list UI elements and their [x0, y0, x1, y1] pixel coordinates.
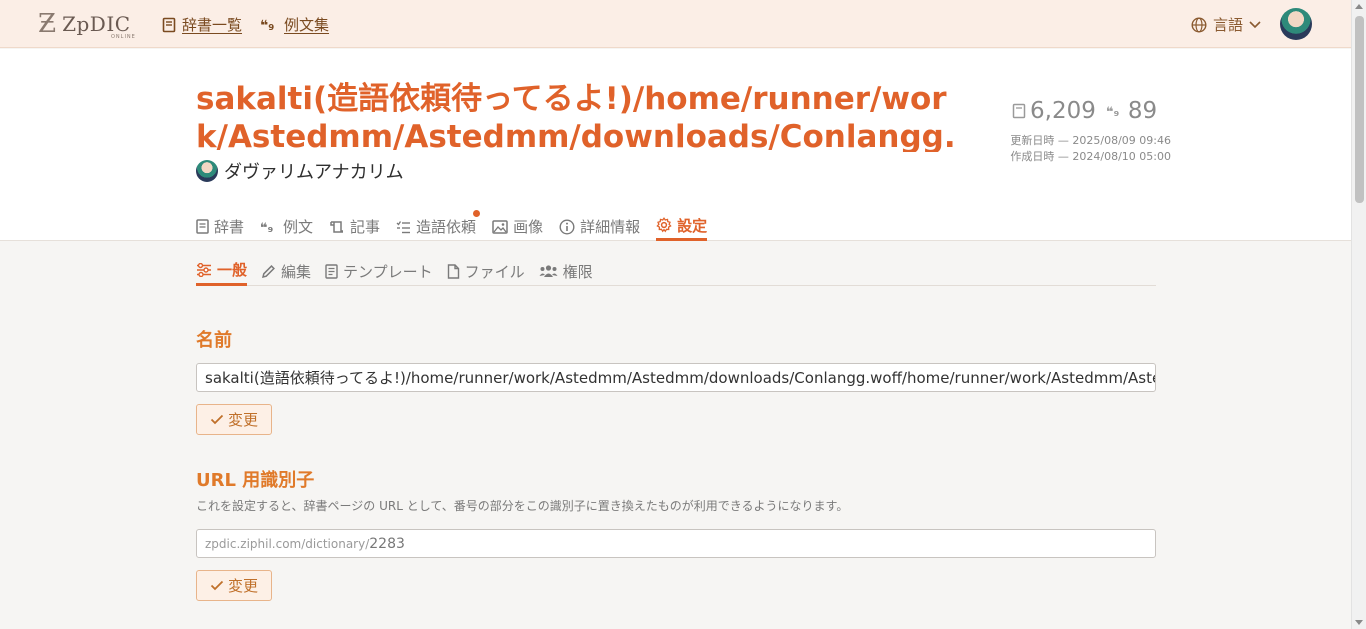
globe-icon	[1191, 16, 1207, 33]
tab-articles-label: 記事	[350, 218, 381, 236]
gear-icon	[656, 217, 672, 233]
scroll-icon	[330, 220, 344, 233]
chevron-down-icon	[1249, 20, 1261, 28]
quote-icon: ❝₉	[1106, 105, 1120, 118]
language-label: 言語	[1213, 16, 1244, 34]
scroll-up-icon[interactable]	[1355, 4, 1363, 9]
tab-requests[interactable]: 造語依頼	[396, 210, 481, 241]
scroll-down-icon[interactable]	[1355, 620, 1363, 625]
example-count: ❝₉ 89	[1106, 98, 1157, 124]
user-avatar[interactable]	[1280, 8, 1312, 40]
pencil-icon	[261, 264, 275, 278]
url-prefix: zpdic.ziphil.com/dictionary/	[205, 536, 370, 551]
word-count-value: 6,209	[1030, 98, 1096, 124]
name-section-title: 名前	[196, 330, 232, 351]
logo-text: ZpDIC	[62, 12, 131, 36]
settings-subtabs: 一般 編集 テンプレート ファイル 権限	[196, 256, 1156, 286]
tab-dictionary-label: 辞書	[214, 218, 245, 236]
subtab-permissions-label: 権限	[562, 262, 593, 281]
tab-articles[interactable]: 記事	[329, 212, 380, 241]
created-date: 作成日時 — 2024/08/10 05:00	[1010, 150, 1171, 163]
notification-dot	[473, 210, 481, 217]
dictionary-owner[interactable]: ダヴァリムアナカリム	[196, 158, 404, 184]
sliders-icon	[197, 262, 211, 277]
nav-dictionary-list-label: 辞書一覧	[182, 16, 243, 34]
tab-details-label: 詳細情報	[580, 218, 641, 236]
svg-text:❝₉: ❝₉	[260, 18, 274, 32]
nav-examples-label: 例文集	[284, 16, 330, 34]
subtab-general-label: 一般	[217, 261, 248, 279]
url-change-button[interactable]: 変更	[196, 570, 272, 601]
subtab-general[interactable]: 一般	[196, 256, 248, 286]
word-count: 6,209	[1012, 98, 1096, 124]
tab-examples-label: 例文	[283, 218, 314, 236]
logo-subtext: ONLINE	[111, 34, 136, 40]
info-icon	[559, 218, 575, 235]
document-icon	[325, 263, 338, 279]
url-section-title: URL 用識別子	[196, 470, 315, 491]
nav-dictionary-list[interactable]: 辞書一覧	[162, 14, 242, 35]
subtab-edit-label: 編集	[281, 262, 312, 281]
tab-dictionary[interactable]: 辞書	[196, 212, 244, 241]
logo-mark-icon: Ƶ	[38, 9, 57, 39]
quote-icon: ❝₉	[260, 221, 274, 234]
page-scrollbar[interactable]	[1351, 0, 1366, 629]
svg-text:❝₉: ❝₉	[1106, 105, 1120, 118]
svg-text:❝₉: ❝₉	[260, 221, 274, 234]
check-icon	[210, 414, 224, 425]
tab-settings-label: 設定	[677, 216, 708, 235]
tab-examples[interactable]: ❝₉ 例文	[260, 212, 313, 241]
tab-requests-label: 造語依頼	[416, 218, 477, 236]
logo[interactable]: Ƶ ZpDIC ONLINE	[38, 9, 135, 40]
checklist-icon	[396, 220, 411, 233]
image-icon	[492, 219, 508, 234]
url-change-label: 変更	[227, 577, 258, 595]
top-bar: Ƶ ZpDIC ONLINE 辞書一覧 ❝₉ 例文集 言語	[0, 0, 1351, 48]
url-identifier-value: 2283	[369, 535, 405, 552]
owner-name: ダヴァリムアナカリム	[224, 162, 404, 183]
dictionary-tabs: 辞書 ❝₉ 例文 記事 造語依頼 画像 詳細情報 設定	[196, 210, 708, 241]
owner-avatar	[196, 160, 218, 182]
dictionary-dates: 更新日時 — 2025/08/09 09:46 作成日時 — 2024/08/1…	[1010, 133, 1171, 165]
updated-date: 更新日時 — 2025/08/09 09:46	[1010, 134, 1171, 147]
dictionary-title: sakalti(造語依頼待ってるよ!)/home/runner/work/Ast…	[196, 81, 956, 152]
tab-images-label: 画像	[513, 218, 544, 236]
book-icon	[162, 17, 176, 32]
url-identifier-input[interactable]: zpdic.ziphil.com/dictionary/ 2283	[196, 529, 1156, 558]
tab-settings[interactable]: 設定	[656, 212, 708, 241]
tab-details[interactable]: 詳細情報	[559, 212, 640, 241]
tab-images[interactable]: 画像	[492, 212, 543, 241]
scroll-thumb[interactable]	[1355, 16, 1364, 203]
subtab-files-label: ファイル	[464, 262, 525, 281]
example-count-value: 89	[1127, 98, 1158, 124]
name-input[interactable]: sakalti(造語依頼待ってるよ!)/home/runner/work/Ast…	[196, 363, 1156, 392]
url-description: これを設定すると、辞書ページの URL として、番号の部分をこの識別子に置き換え…	[196, 499, 849, 513]
dictionary-stats: 6,209 ❝₉ 89	[1012, 98, 1157, 124]
nav-examples[interactable]: ❝₉ 例文集	[260, 14, 329, 35]
users-icon	[539, 265, 558, 277]
file-icon	[447, 263, 459, 279]
check-icon	[210, 580, 224, 591]
subtab-permissions[interactable]: 権限	[539, 256, 593, 286]
name-change-button[interactable]: 変更	[196, 404, 272, 435]
language-selector[interactable]: 言語	[1191, 14, 1261, 35]
name-change-label: 変更	[227, 411, 258, 429]
name-input-value: sakalti(造語依頼待ってるよ!)/home/runner/work/Ast…	[205, 369, 1156, 387]
quote-icon: ❝₉	[260, 18, 274, 32]
subtab-template-label: テンプレート	[343, 262, 433, 281]
subtab-files[interactable]: ファイル	[447, 256, 525, 286]
subtab-edit[interactable]: 編集	[261, 256, 311, 286]
subtab-template[interactable]: テンプレート	[325, 256, 433, 286]
book-icon	[1012, 103, 1026, 119]
book-icon	[196, 219, 209, 234]
